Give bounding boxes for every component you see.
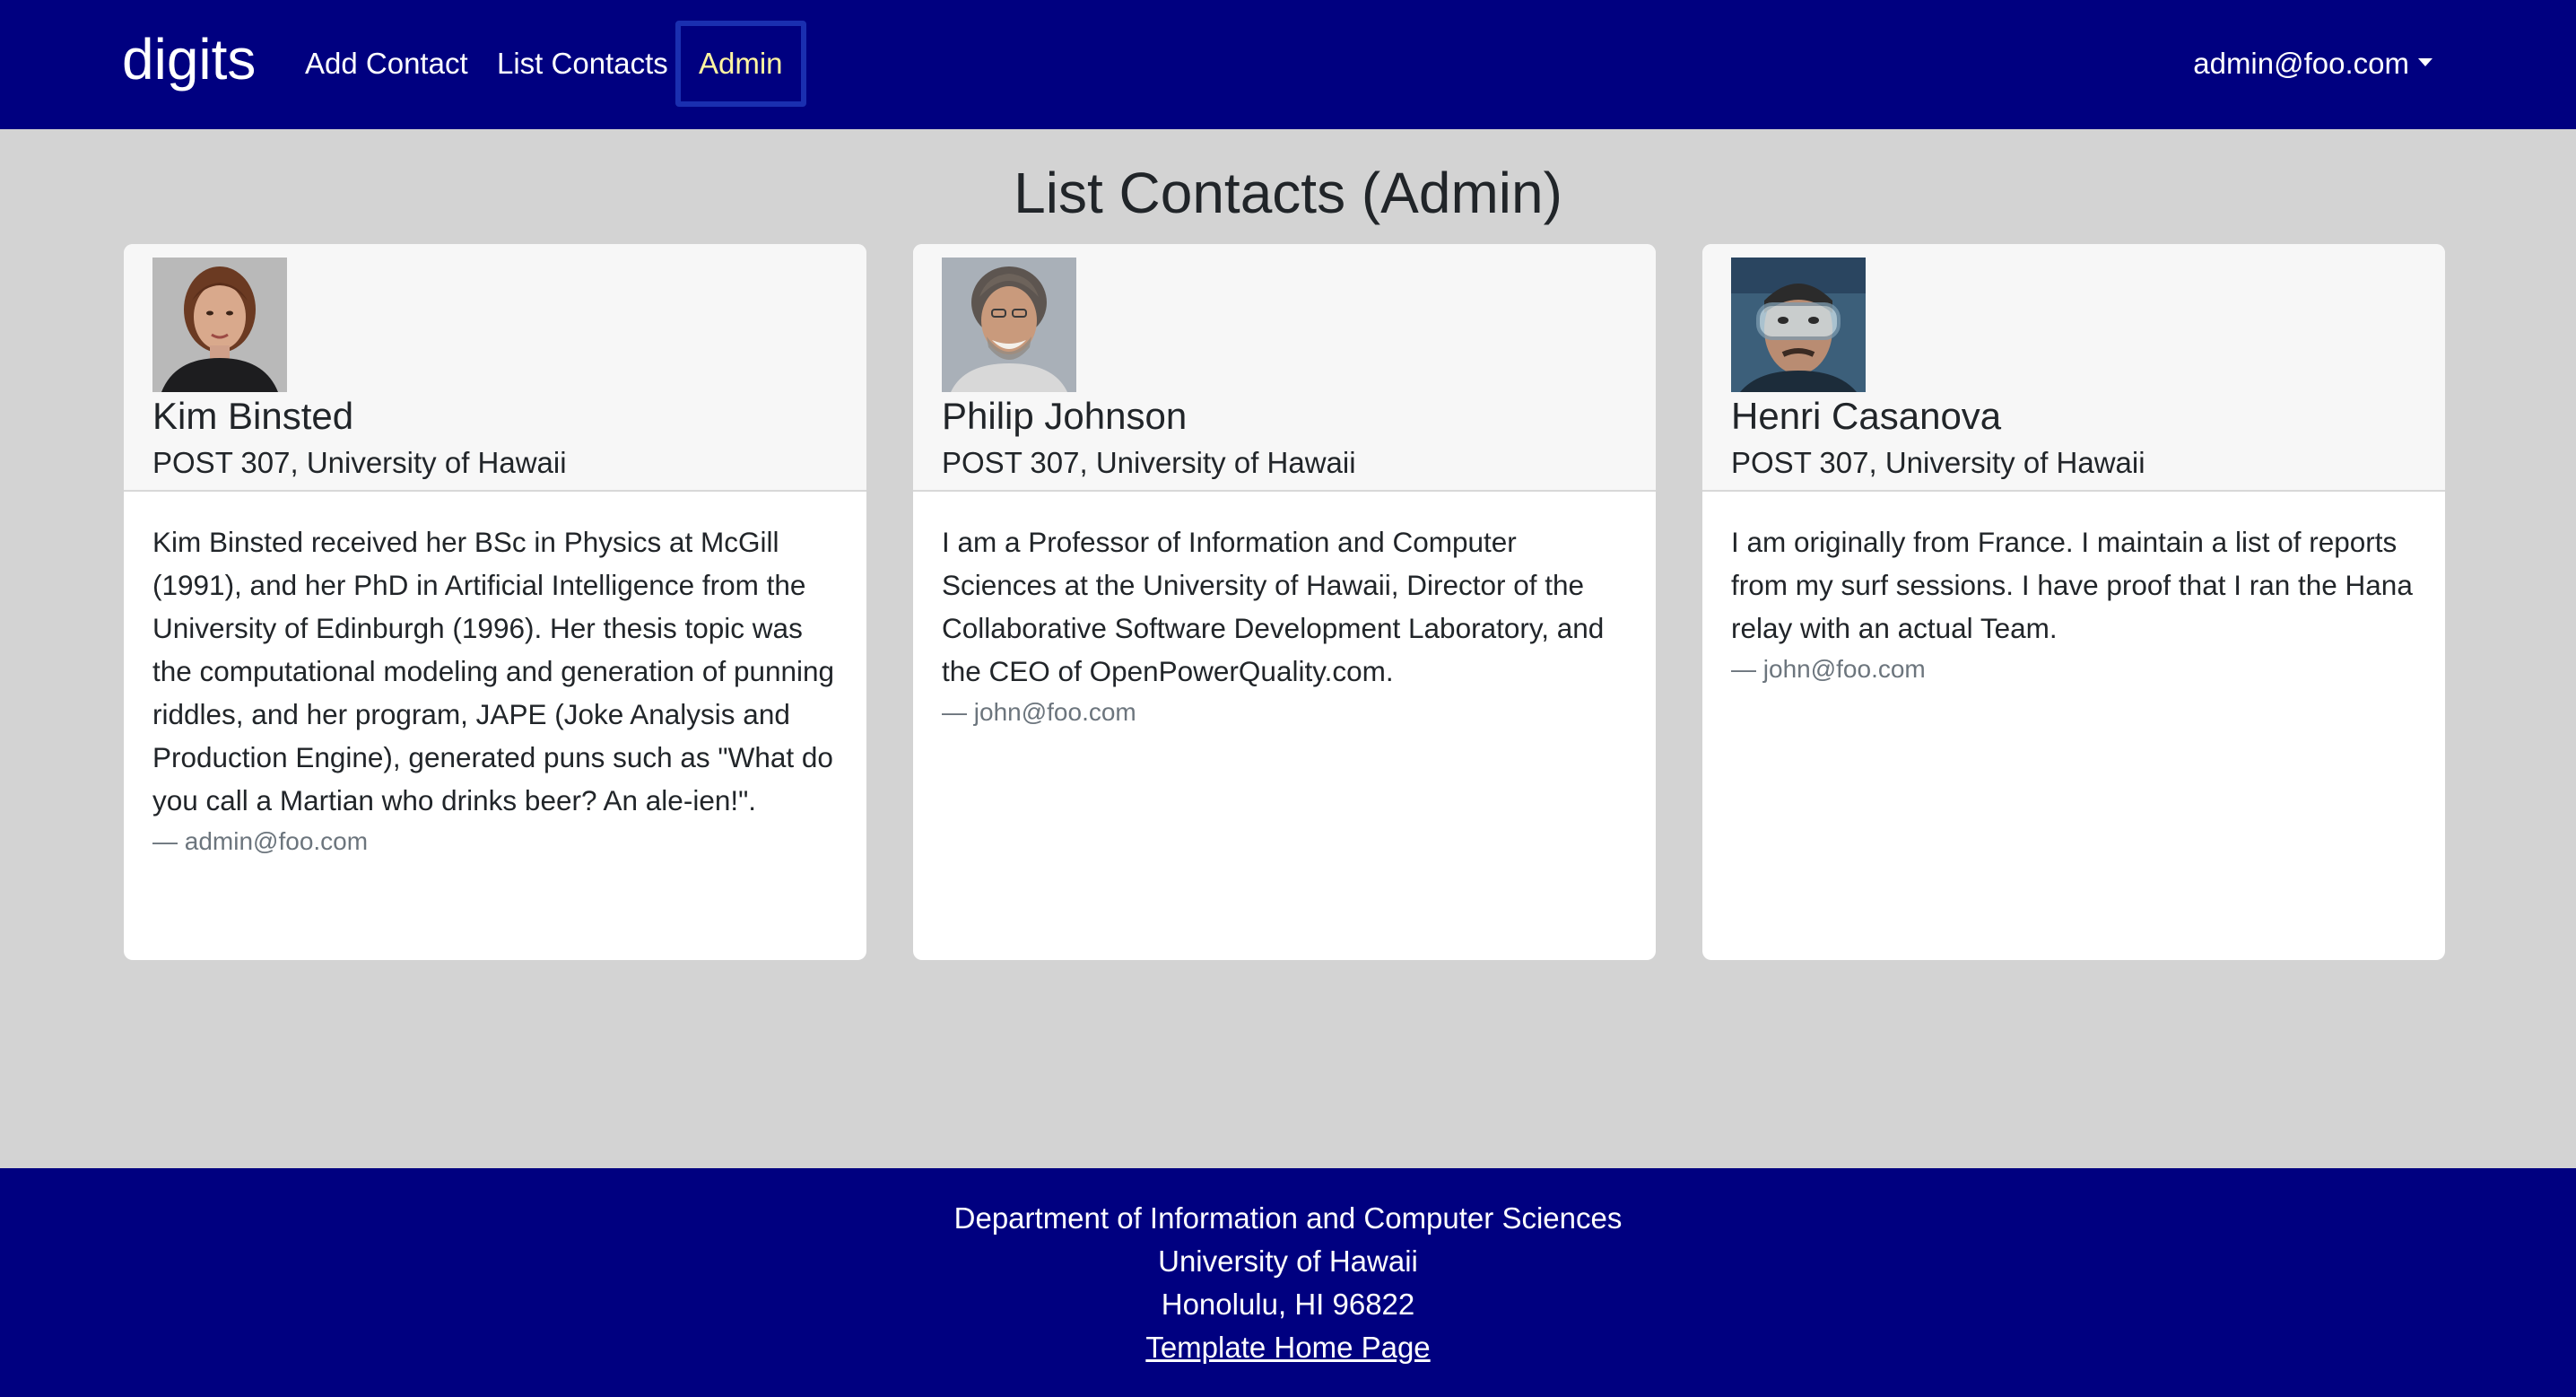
- avatar: [152, 258, 287, 392]
- contact-card: Kim Binsted POST 307, University of Hawa…: [124, 244, 866, 960]
- footer-department: Department of Information and Computer S…: [953, 1201, 1623, 1235]
- footer-university: University of Hawaii: [1158, 1244, 1418, 1278]
- nav-admin[interactable]: Admin: [675, 21, 806, 107]
- avatar: [1731, 258, 1866, 392]
- page-title: List Contacts (Admin): [1014, 161, 1562, 225]
- card-body: I am a Professor of Information and Comp…: [913, 492, 1656, 732]
- contact-owner: — admin@foo.com: [152, 827, 369, 855]
- contact-name: Kim Binsted: [152, 395, 354, 437]
- contact-address: POST 307, University of Hawaii: [942, 446, 1356, 479]
- avatar: [942, 258, 1076, 392]
- contact-description: Kim Binsted received her BSc in Physics …: [152, 526, 835, 816]
- contact-owner: — john@foo.com: [942, 698, 1136, 726]
- nav-add-contact[interactable]: Add Contact: [305, 39, 468, 88]
- contact-card: Henri Casanova POST 307, University of H…: [1702, 244, 2445, 960]
- card-body: Kim Binsted received her BSc in Physics …: [124, 492, 866, 861]
- footer-address: Honolulu, HI 96822: [1161, 1288, 1415, 1321]
- footer: Department of Information and Computer S…: [0, 1168, 2576, 1397]
- brand-logo[interactable]: digits: [122, 23, 256, 95]
- user-dropdown[interactable]: admin@foo.com: [2193, 39, 2432, 88]
- nav-list-contacts[interactable]: List Contacts: [497, 39, 668, 88]
- contact-address: POST 307, University of Hawaii: [152, 446, 567, 479]
- card-header: Philip Johnson POST 307, University of H…: [913, 244, 1656, 492]
- card-body: I am originally from France. I maintain …: [1702, 492, 2445, 689]
- contact-name: Philip Johnson: [942, 395, 1188, 437]
- user-email: admin@foo.com: [2193, 47, 2409, 80]
- navbar: digits Add Contact List Contacts Admin a…: [0, 0, 2576, 129]
- card-header: Henri Casanova POST 307, University of H…: [1702, 244, 2445, 492]
- contact-description: I am a Professor of Information and Comp…: [942, 526, 1605, 687]
- contact-card: Philip Johnson POST 307, University of H…: [913, 244, 1656, 960]
- caret-down-icon: [2418, 57, 2432, 66]
- contact-description: I am originally from France. I maintain …: [1731, 526, 2413, 644]
- contact-address: POST 307, University of Hawaii: [1731, 446, 2145, 479]
- contact-owner: — john@foo.com: [1731, 655, 1926, 683]
- template-home-link[interactable]: Template Home Page: [1145, 1331, 1430, 1364]
- contact-name: Henri Casanova: [1731, 395, 2002, 437]
- card-header: Kim Binsted POST 307, University of Hawa…: [124, 244, 866, 492]
